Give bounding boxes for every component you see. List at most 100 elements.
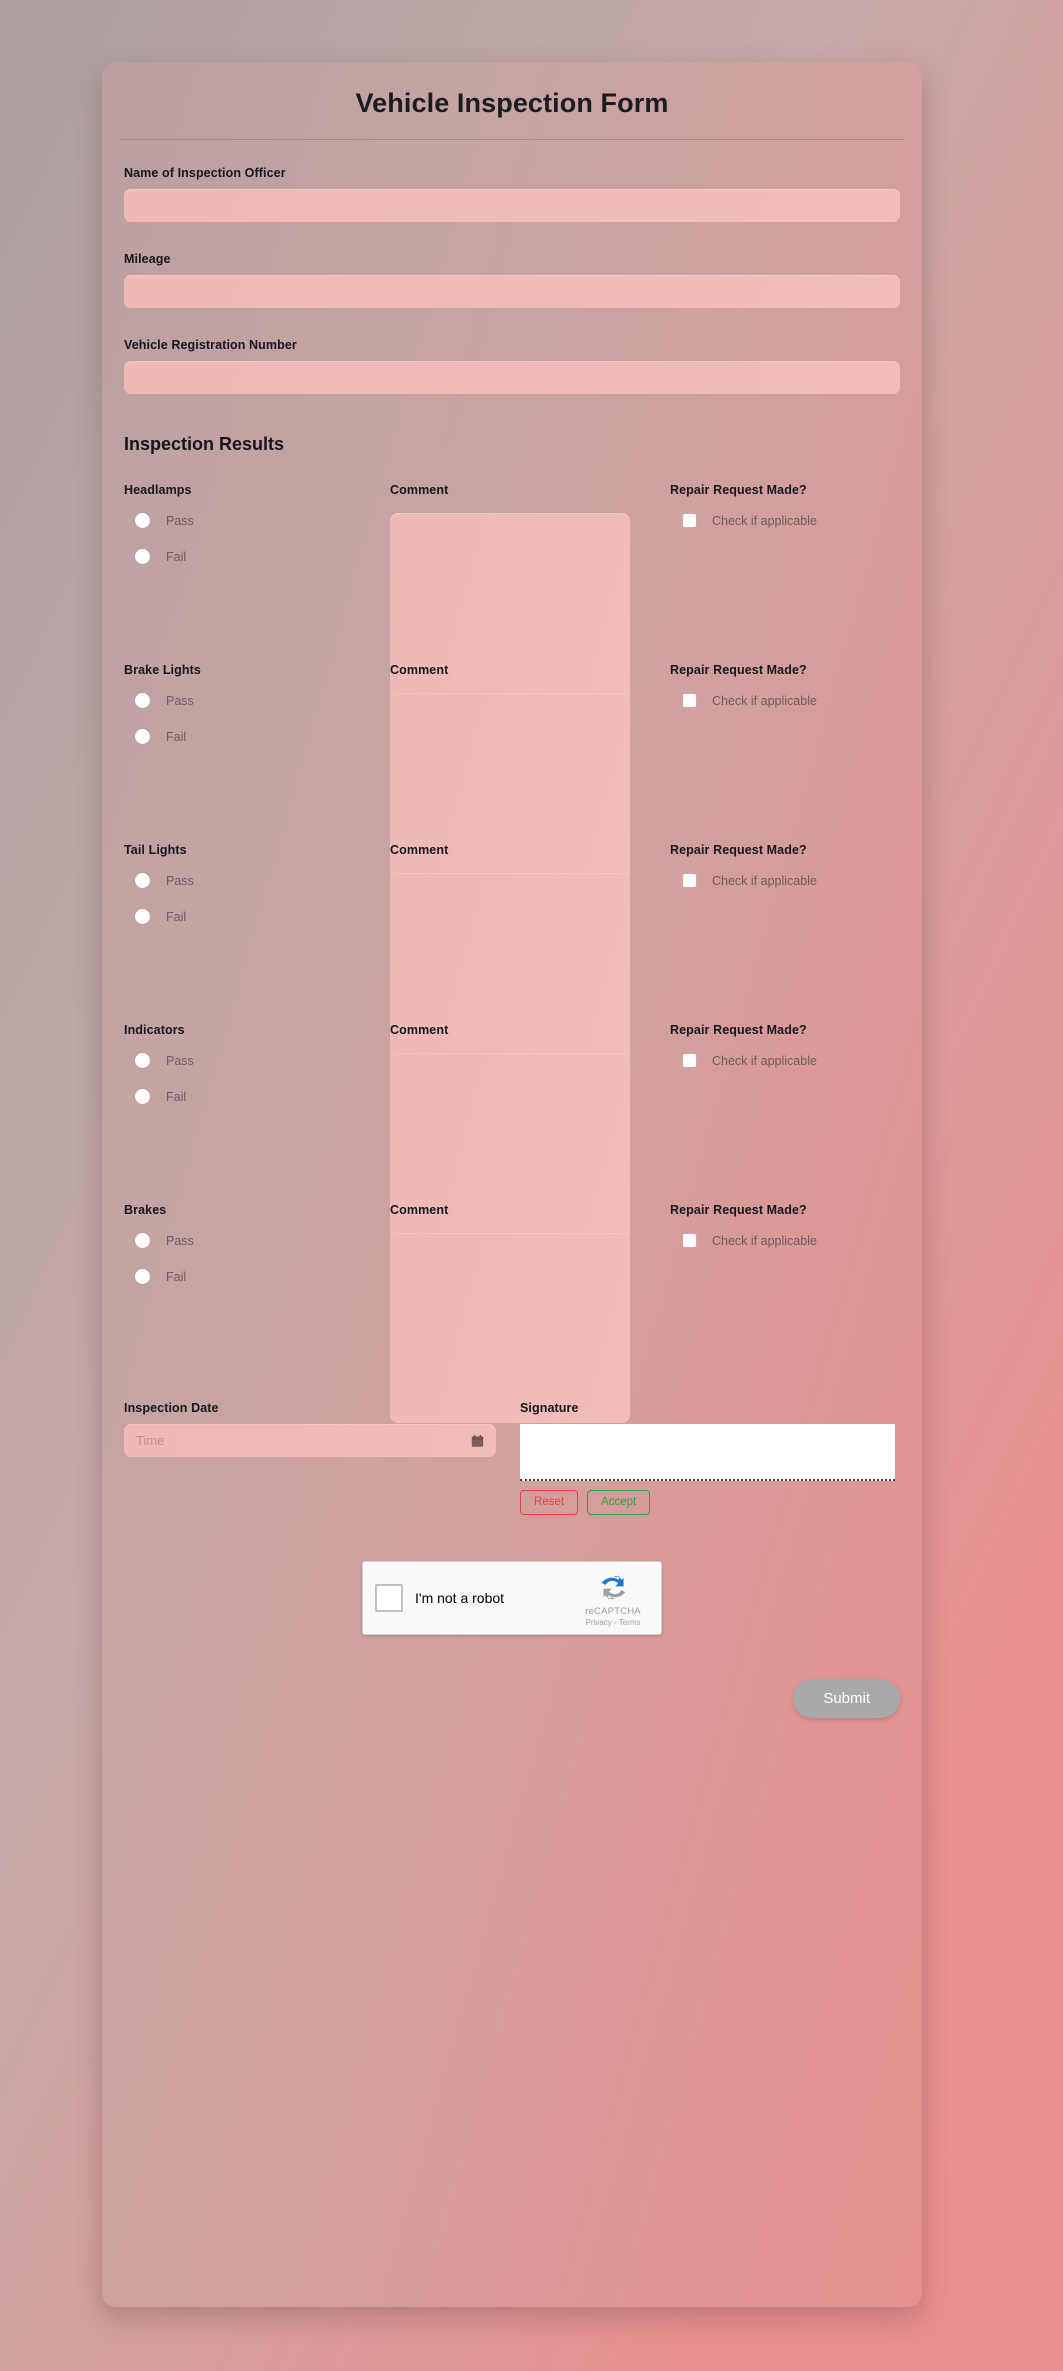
result-column: Indicators Pass Fail (124, 1023, 374, 1125)
repair-column: Repair Request Made? Check if applicable (670, 1203, 920, 1248)
officer-name-input[interactable] (124, 189, 900, 222)
checkbox-icon (682, 873, 697, 888)
radio-fail-brakes[interactable]: Fail (135, 1269, 374, 1284)
radio-fail-tail-lights[interactable]: Fail (135, 909, 374, 924)
recaptcha-logo-icon (601, 1575, 625, 1600)
comment-header: Comment (390, 663, 449, 677)
signature-canvas[interactable] (520, 1424, 895, 1481)
radio-pass-brake-lights[interactable]: Pass (135, 693, 374, 708)
radio-pass-indicators[interactable]: Pass (135, 1053, 374, 1068)
field-label-registration-number: Vehicle Registration Number (124, 338, 297, 352)
inspection-row-indicators: Indicators Pass Fail Comment Repair Requ… (120, 1023, 904, 1243)
radio-label-fail: Fail (166, 1089, 187, 1104)
page-title: Vehicle Inspection Form (355, 88, 669, 118)
signature-reset-button[interactable]: Reset (520, 1490, 579, 1515)
checkbox-icon (682, 693, 697, 708)
signature-accept-button[interactable]: Accept (587, 1490, 651, 1515)
repair-header: Repair Request Made? (670, 1023, 807, 1037)
radio-circle-icon (135, 1089, 150, 1104)
field-mileage: Mileage (120, 252, 904, 308)
recaptcha-brand-text: reCAPTCHA (585, 1606, 641, 1617)
recaptcha-widget[interactable]: I'm not a robot reCAPTCHA Privacy - Term… (362, 1561, 662, 1635)
inspection-row-brakes: Brakes Pass Fail Comment Repair Request (120, 1203, 904, 1423)
radio-circle-icon (135, 873, 150, 888)
submit-button[interactable]: Submit (793, 1679, 900, 1718)
inspection-item-label: Brakes (124, 1203, 167, 1217)
radio-label-fail: Fail (166, 1269, 187, 1284)
field-label-officer-name: Name of Inspection Officer (124, 166, 286, 180)
radio-pass-headlamps[interactable]: Pass (135, 513, 374, 528)
repair-checkbox-brake-lights[interactable]: Check if applicable (682, 693, 920, 708)
repair-checkbox-brakes[interactable]: Check if applicable (682, 1233, 920, 1248)
radio-circle-icon (135, 909, 150, 924)
result-column: Tail Lights Pass Fail (124, 843, 374, 945)
comment-column: Comment (390, 1203, 635, 1428)
radio-pass-tail-lights[interactable]: Pass (135, 873, 374, 888)
comment-header: Comment (390, 1203, 449, 1217)
repair-checkbox-headlamps[interactable]: Check if applicable (682, 513, 920, 528)
comment-header: Comment (390, 1023, 449, 1037)
inspection-item-label: Headlamps (124, 483, 192, 497)
comment-header: Comment (390, 483, 449, 497)
radio-label-pass: Pass (166, 513, 194, 528)
radio-circle-icon (135, 1053, 150, 1068)
recaptcha-legal-text[interactable]: Privacy - Terms (576, 1618, 650, 1627)
inspection-item-label: Indicators (124, 1023, 185, 1037)
result-column: Brake Lights Pass Fail (124, 663, 374, 765)
repair-column: Repair Request Made? Check if applicable (670, 1023, 920, 1068)
checkbox-label: Check if applicable (712, 693, 817, 708)
radio-circle-icon (135, 513, 150, 528)
inspection-row-brake-lights: Brake Lights Pass Fail Comment Repair Re… (120, 663, 904, 883)
radio-fail-brake-lights[interactable]: Fail (135, 729, 374, 744)
radio-circle-icon (135, 1233, 150, 1248)
mileage-input[interactable] (124, 275, 900, 308)
comment-header: Comment (390, 843, 449, 857)
captcha-container: I'm not a robot reCAPTCHA Privacy - Term… (120, 1561, 904, 1635)
page-background: Vehicle Inspection Form Name of Inspecti… (0, 0, 1063, 2371)
inspection-date-block: Inspection Date (124, 1401, 496, 1457)
recaptcha-checkbox[interactable] (375, 1584, 403, 1612)
inspection-date-input[interactable] (124, 1424, 496, 1457)
radio-label-pass: Pass (166, 693, 194, 708)
form-card: Vehicle Inspection Form Name of Inspecti… (102, 62, 922, 2307)
radio-label-fail: Fail (166, 909, 187, 924)
checkbox-icon (682, 1053, 697, 1068)
radio-fail-indicators[interactable]: Fail (135, 1089, 374, 1104)
repair-header: Repair Request Made? (670, 483, 807, 497)
result-column: Brakes Pass Fail (124, 1203, 374, 1305)
inspection-item-label: Brake Lights (124, 663, 201, 677)
inspection-row-headlamps: Headlamps Pass Fail Comment Repair Reque… (120, 483, 904, 703)
field-label-mileage: Mileage (124, 252, 171, 266)
radio-circle-icon (135, 729, 150, 744)
section-heading-inspection-results: Inspection Results (124, 434, 285, 454)
inspection-date-label: Inspection Date (124, 1401, 219, 1415)
checkbox-label: Check if applicable (712, 513, 817, 528)
repair-column: Repair Request Made? Check if applicable (670, 843, 920, 888)
inspection-item-label: Tail Lights (124, 843, 187, 857)
repair-column: Repair Request Made? Check if applicable (670, 483, 920, 528)
repair-column: Repair Request Made? Check if applicable (670, 663, 920, 708)
radio-circle-icon (135, 549, 150, 564)
repair-checkbox-indicators[interactable]: Check if applicable (682, 1053, 920, 1068)
radio-label-pass: Pass (166, 873, 194, 888)
radio-pass-brakes[interactable]: Pass (135, 1233, 374, 1248)
radio-label-fail: Fail (166, 549, 187, 564)
repair-header: Repair Request Made? (670, 1203, 807, 1217)
field-registration-number: Vehicle Registration Number (120, 338, 904, 394)
checkbox-label: Check if applicable (712, 1233, 817, 1248)
checkbox-label: Check if applicable (712, 873, 817, 888)
comment-textarea-brakes[interactable] (390, 1233, 630, 1423)
radio-fail-headlamps[interactable]: Fail (135, 549, 374, 564)
radio-label-pass: Pass (166, 1233, 194, 1248)
submit-container: Submit (120, 1679, 904, 1718)
recaptcha-branding: reCAPTCHA Privacy - Terms (576, 1571, 650, 1627)
repair-checkbox-tail-lights[interactable]: Check if applicable (682, 873, 920, 888)
title-divider (120, 139, 904, 140)
date-signature-row: Inspection Date Signature (120, 1401, 904, 1521)
radio-label-pass: Pass (166, 1053, 194, 1068)
registration-number-input[interactable] (124, 361, 900, 394)
radio-circle-icon (135, 1269, 150, 1284)
recaptcha-label: I'm not a robot (415, 1590, 505, 1606)
signature-label: Signature (520, 1401, 579, 1415)
checkbox-label: Check if applicable (712, 1053, 817, 1068)
